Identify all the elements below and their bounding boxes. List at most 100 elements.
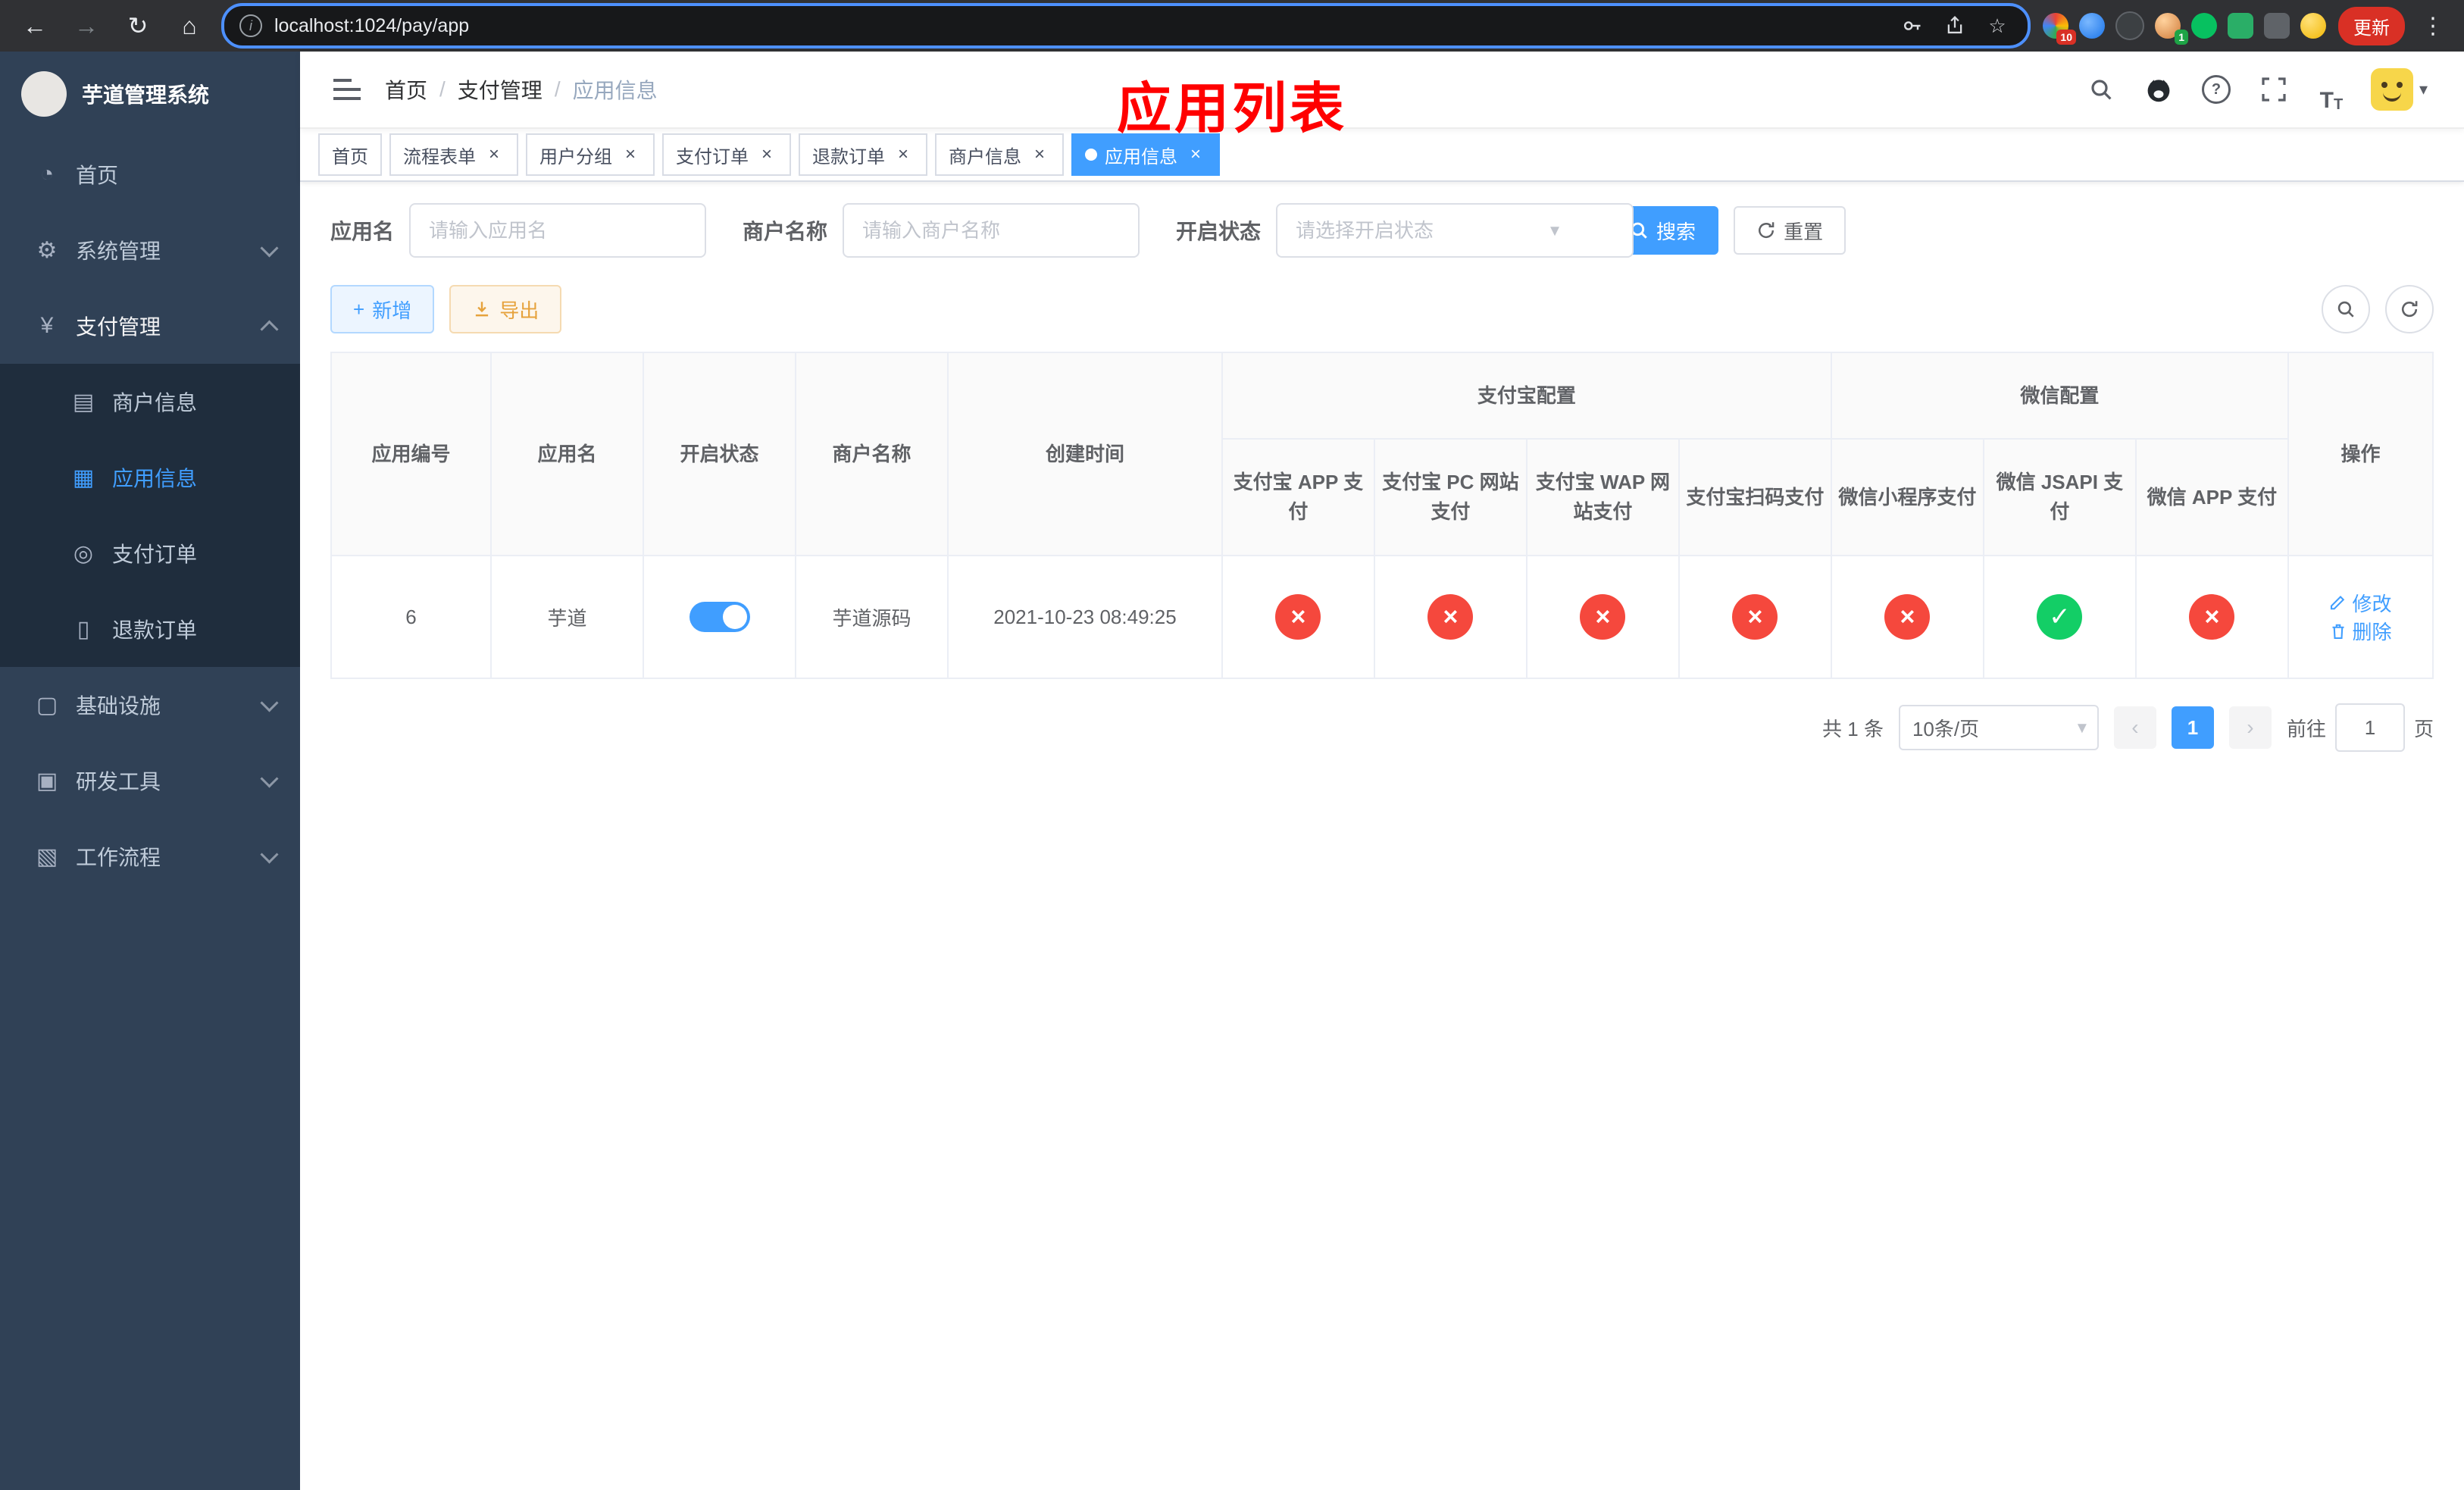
chevron-down-icon [260,238,279,258]
app-name-input[interactable] [409,203,707,258]
browser-forward-icon[interactable]: → [67,6,106,45]
extension-blue-drop-icon[interactable] [2079,13,2105,39]
page-size-select[interactable]: 10条/页 ▾ [1898,705,2099,750]
sidebar-item-app-info[interactable]: ▦ 应用信息 [0,440,300,515]
reset-button[interactable]: 重置 [1734,206,1846,255]
refresh-button[interactable] [2385,285,2434,333]
url-bar[interactable]: i localhost:1024/pay/app ☆ [221,3,2031,49]
merchant-name-label: 商户名称 [743,220,828,243]
sidebar-item-infra[interactable]: ▢ 基础设施 [0,667,300,743]
sidebar-item-home[interactable]: ◔ 首页 [0,136,300,212]
chevron-down-icon [260,768,279,788]
table-mini-actions [2322,285,2434,333]
cell-app-name: 芋道 [490,555,645,679]
cell-app-id: 6 [330,555,492,679]
user-menu[interactable]: ▾ [2365,68,2443,111]
tab-process-form[interactable]: 流程表单 × [389,133,518,176]
share-icon[interactable] [1940,11,1970,41]
extension-dark-icon[interactable] [2115,11,2144,40]
workflow-icon: ▧ [36,844,58,869]
tab-refund-order[interactable]: 退款订单 × [799,133,927,176]
extension-avatar-icon[interactable]: 1 [2155,13,2188,45]
extension-wechat-icon[interactable] [2191,13,2217,39]
goto-page: 前往 页 [2287,703,2434,752]
sidebar-item-payment[interactable]: ¥ 支付管理 [0,288,300,364]
active-tab-dot [1085,149,1097,161]
annotation-title: 应用列表 [1116,79,1348,139]
edit-link[interactable]: 修改 [2329,589,2391,617]
document-icon: ▯ [77,616,90,642]
sidebar-item-workflow[interactable]: ▧ 工作流程 [0,819,300,894]
navbar-actions: ? TT ▾ [2077,65,2443,114]
site-info-icon[interactable]: i [239,14,262,37]
close-icon[interactable]: × [756,144,777,165]
col-wx-jsapi: 微信 JSAPI 支付 [1982,438,2137,556]
tab-user-group[interactable]: 用户分组 × [526,133,655,176]
tags-view-bar: 首页 流程表单 × 用户分组 × 支付订单 × 退款订单 × 商户信息 × 应用… [300,129,2464,182]
extensions-puzzle-icon[interactable] [2264,13,2290,39]
browser-reload-icon[interactable]: ↻ [118,6,158,45]
add-button[interactable]: + 新增 [330,285,435,333]
page-number-1[interactable]: 1 [2171,706,2214,749]
sidebar-item-pay-order[interactable]: ◎ 支付订单 [0,515,300,591]
status-select-input[interactable] [1276,203,1634,258]
goto-page-input[interactable] [2334,703,2405,752]
col-app-id: 应用编号 [330,352,492,556]
prev-page-button[interactable]: ‹ [2113,706,2156,749]
github-icon[interactable] [2134,65,2183,114]
sidebar-item-system[interactable]: ⚙ 系统管理 [0,212,300,288]
pagination: 共 1 条 10条/页 ▾ ‹ 1 › 前往 页 [330,703,2434,752]
extension-colorful-icon[interactable]: 10 [2043,13,2076,45]
infrastructure-icon: ▢ [36,692,58,718]
toggle-search-button[interactable] [2322,285,2370,333]
help-icon[interactable]: ? [2192,65,2240,114]
close-icon[interactable]: × [1185,144,1206,165]
close-icon[interactable]: × [620,144,641,165]
alipay-app-status-icon: × [1275,594,1321,640]
col-app-name: 应用名 [490,352,645,556]
cell-created: 2021-10-23 08:49:25 [947,555,1223,679]
col-actions: 操作 [2287,352,2434,556]
merchant-name-input[interactable] [843,203,1140,258]
gear-icon: ⚙ [36,237,58,263]
url-text[interactable]: localhost:1024/pay/app [274,15,1885,37]
breadcrumb-section[interactable]: 支付管理 [458,74,543,105]
status-toggle[interactable] [689,602,750,632]
apps-table: 应用编号 应用名 开启状态 商户名称 创建时间 支付宝配置 微信配置 操作 支付… [330,352,2434,679]
tab-pay-order[interactable]: 支付订单 × [662,133,791,176]
extension-badge: 10 [2056,30,2076,45]
user-avatar [2370,68,2413,111]
profile-avatar-icon[interactable] [2300,13,2326,39]
status-select[interactable]: ▾ [1276,203,1634,258]
pagination-total: 共 1 条 [1822,717,1884,740]
extension-chat-icon[interactable] [2228,13,2253,39]
col-group-wechat: 微信配置 [1830,352,2289,440]
breadcrumb-home[interactable]: 首页 [385,74,427,105]
tab-home[interactable]: 首页 [318,133,382,176]
font-size-icon[interactable]: TT [2307,65,2356,114]
sidebar-item-merchant-info[interactable]: ▤ 商户信息 [0,364,300,440]
sidebar: 芋道管理系统 ◔ 首页 ⚙ 系统管理 ¥ 支付管理 ▤ 商户信息 ▦ 应用信息 … [0,52,300,1490]
col-alipay-app: 支付宝 APP 支付 [1221,438,1375,556]
breadcrumb-current: 应用信息 [572,79,658,102]
search-icon[interactable] [2077,65,2125,114]
delete-link[interactable]: 删除 [2329,617,2391,645]
browser-menu-icon[interactable]: ⋮ [2417,13,2449,39]
extensions-strip: 10 1 [2043,11,2326,45]
fullscreen-icon[interactable] [2250,65,2298,114]
tab-merchant-info[interactable]: 商户信息 × [935,133,1064,176]
export-button[interactable]: 导出 [449,285,562,333]
browser-back-icon[interactable]: ← [15,6,55,45]
next-page-button[interactable]: › [2228,706,2272,749]
close-icon[interactable]: × [1029,144,1050,165]
sidebar-item-refund-order[interactable]: ▯ 退款订单 [0,591,300,667]
close-icon[interactable]: × [483,144,505,165]
password-key-icon[interactable] [1897,11,1928,41]
alipay-pc-status-icon: × [1427,594,1474,640]
hamburger-icon[interactable] [321,64,373,115]
bookmark-star-icon[interactable]: ☆ [1982,11,2012,41]
chrome-update-button[interactable]: 更新 [2338,6,2405,45]
close-icon[interactable]: × [893,144,914,165]
browser-home-icon[interactable]: ⌂ [170,6,209,45]
sidebar-item-dev-tools[interactable]: ▣ 研发工具 [0,743,300,819]
